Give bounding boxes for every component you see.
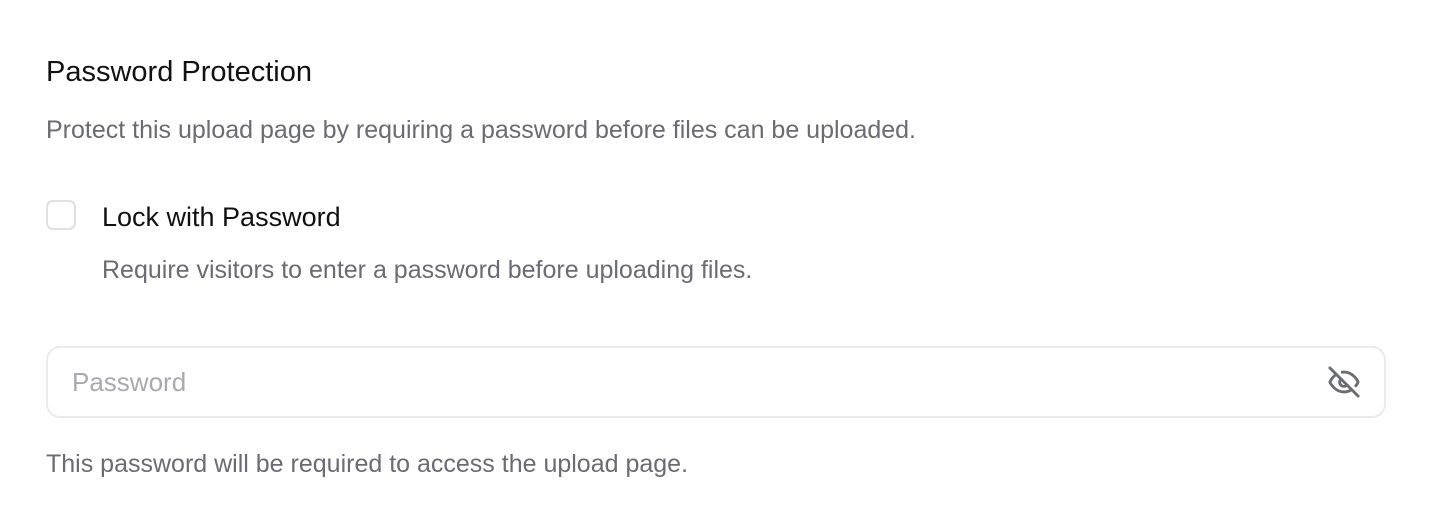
password-input[interactable] — [48, 348, 1308, 416]
section-description: Protect this upload page by requiring a … — [46, 116, 917, 144]
eye-off-icon — [1328, 366, 1360, 398]
lock-with-password-label[interactable]: Lock with Password — [102, 198, 341, 236]
toggle-password-visibility-button[interactable] — [1326, 364, 1362, 400]
lock-with-password-help: Require visitors to enter a password bef… — [102, 256, 753, 284]
password-help-text: This password will be required to access… — [46, 450, 689, 478]
lock-with-password-checkbox[interactable] — [46, 200, 76, 230]
section-title: Password Protection — [46, 56, 312, 88]
password-field-wrapper — [46, 346, 1386, 418]
